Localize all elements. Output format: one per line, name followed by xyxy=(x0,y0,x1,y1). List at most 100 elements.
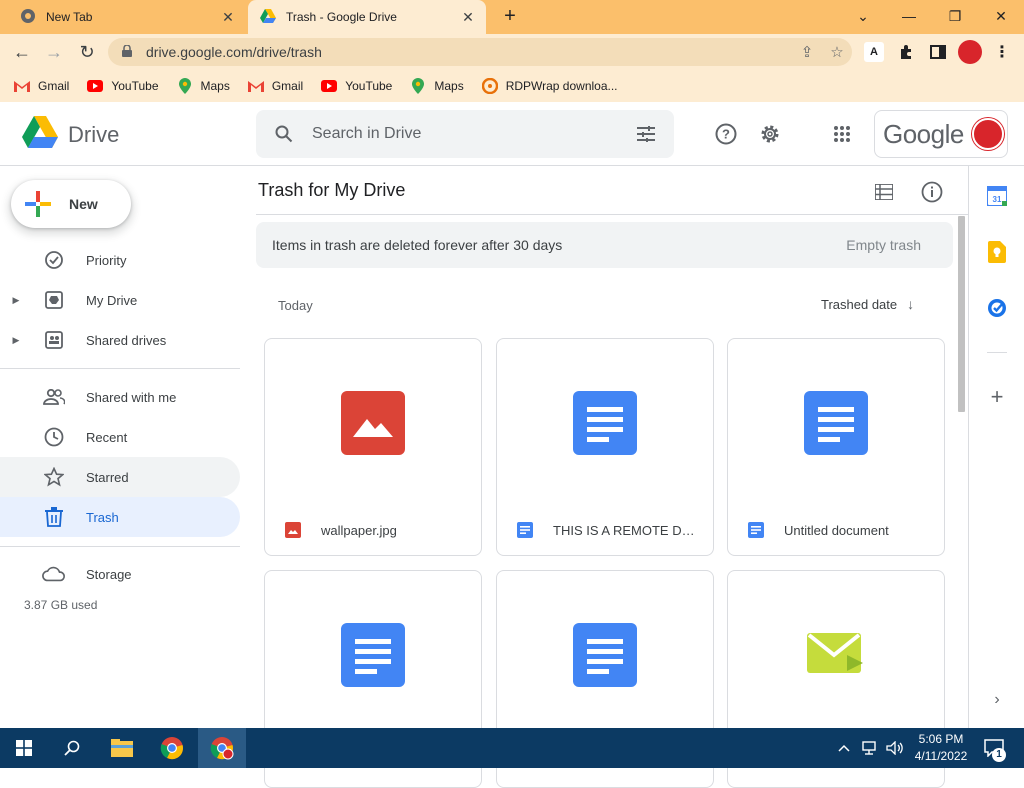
account-switcher[interactable]: Google xyxy=(874,110,1008,158)
calendar-icon[interactable]: 31 xyxy=(985,184,1009,208)
close-window-icon[interactable]: ✕ xyxy=(978,0,1024,32)
system-clock[interactable]: 5:06 PM 4/11/2022 xyxy=(906,731,976,765)
search-icon[interactable] xyxy=(256,125,312,143)
empty-trash-button[interactable]: Empty trash xyxy=(846,237,921,253)
chevron-right-icon[interactable]: › xyxy=(985,688,1009,712)
volume-icon[interactable] xyxy=(886,728,904,768)
notification-count-badge: 1 xyxy=(992,748,1006,762)
taskbar-search-icon[interactable] xyxy=(48,728,96,768)
close-tab-icon[interactable]: ✕ xyxy=(218,9,238,26)
apps-grid-icon[interactable] xyxy=(830,122,854,146)
windows-start-icon[interactable] xyxy=(0,728,48,768)
search-options-icon[interactable] xyxy=(618,126,674,142)
close-tab-icon[interactable]: ✕ xyxy=(458,9,478,26)
bookmark-label: Gmail xyxy=(38,79,70,93)
sidebar-item-priority[interactable]: Priority xyxy=(0,240,240,280)
gmail-icon xyxy=(247,78,264,94)
new-button[interactable]: New xyxy=(11,180,131,228)
sidebar-item-shared-with-me[interactable]: Shared with me xyxy=(0,377,240,417)
sidebar-item-label: Starred xyxy=(86,469,129,485)
file-card[interactable]: Untitled document xyxy=(727,338,945,556)
bookmark-item[interactable]: YouTube xyxy=(321,78,392,94)
sidebar-item-trash[interactable]: Trash xyxy=(0,497,240,537)
windows-taskbar: 5:06 PM 4/11/2022 1 xyxy=(0,728,1024,768)
restore-icon[interactable]: ❐ xyxy=(932,0,978,32)
bookmark-item[interactable]: Maps xyxy=(177,78,230,94)
reload-icon[interactable]: ↻ xyxy=(75,40,99,64)
sort-by-trashed-date[interactable]: Trashed date ↓ xyxy=(821,296,914,312)
tab-new-tab[interactable]: New Tab ✕ xyxy=(8,0,246,34)
sidebar-item-recent[interactable]: Recent xyxy=(0,417,240,457)
sidebar-item-shared-drives[interactable]: ▶ Shared drives xyxy=(0,320,240,360)
sidebar-item-starred[interactable]: Starred xyxy=(0,457,240,497)
network-icon[interactable] xyxy=(862,728,880,768)
chrome-menu-icon[interactable]: ⋮ xyxy=(992,42,1012,62)
sort-arrow-down-icon[interactable]: ↓ xyxy=(907,296,914,312)
bookmark-item[interactable]: RDPWrap downloa... xyxy=(481,78,618,94)
youtube-icon xyxy=(321,78,338,94)
bookmark-item[interactable]: Gmail xyxy=(247,78,303,94)
file-name-row: THIS IS A REMOTE DES... xyxy=(497,505,713,555)
sidebar-item-storage[interactable]: Storage xyxy=(0,554,240,594)
new-tab-button[interactable]: + xyxy=(500,6,520,27)
tasks-icon[interactable] xyxy=(985,296,1009,320)
expand-caret-icon[interactable]: ▶ xyxy=(8,295,24,306)
file-thumbnail xyxy=(265,571,481,739)
scrollbar-thumb[interactable] xyxy=(958,216,965,412)
minimize-icon[interactable]: — xyxy=(886,0,932,32)
bookmark-item[interactable]: YouTube xyxy=(87,78,159,94)
url-text: drive.google.com/drive/trash xyxy=(146,44,322,60)
storage-used-text: 3.87 GB used xyxy=(24,598,98,612)
forward-icon[interactable]: → xyxy=(42,40,66,64)
search-placeholder: Search in Drive xyxy=(312,125,422,142)
title-divider xyxy=(256,214,968,215)
info-icon[interactable] xyxy=(920,180,944,204)
main-content: Trash for My Drive Items in trash are de… xyxy=(256,166,968,788)
main-scrollbar[interactable] xyxy=(955,166,968,728)
tray-overflow-icon[interactable] xyxy=(838,728,850,768)
email-file-icon xyxy=(807,631,865,680)
file-explorer-icon[interactable] xyxy=(98,728,146,768)
tab-title: Trash - Google Drive xyxy=(286,10,397,24)
support-icon[interactable]: ? xyxy=(714,122,738,146)
side-panel-icon[interactable] xyxy=(928,42,948,62)
extension-a-icon[interactable]: A xyxy=(864,42,884,62)
add-addon-icon[interactable]: + xyxy=(985,384,1009,409)
image-file-icon xyxy=(341,391,405,455)
tab-trash-drive[interactable]: Trash - Google Drive ✕ xyxy=(248,0,486,34)
bookmark-label: RDPWrap downloa... xyxy=(505,79,618,93)
drive-icon xyxy=(260,8,276,26)
bookmarks-bar: Gmail YouTube Maps Gmail YouTube Maps RD… xyxy=(0,70,1024,102)
bookmark-item[interactable]: Gmail xyxy=(14,78,69,94)
chrome-profile-taskbar-icon[interactable] xyxy=(198,728,246,768)
file-card[interactable]: wallpaper.jpg xyxy=(264,338,482,556)
chrome-taskbar-icon[interactable] xyxy=(148,728,196,768)
back-icon[interactable]: ← xyxy=(10,40,34,64)
address-bar[interactable]: drive.google.com/drive/trash ⇪ ☆ xyxy=(108,38,852,66)
expand-caret-icon[interactable]: ▶ xyxy=(8,335,24,346)
maps-icon xyxy=(177,78,193,94)
keep-icon[interactable] xyxy=(985,240,1009,264)
chrome-icon xyxy=(20,8,36,27)
bookmark-item[interactable]: Maps xyxy=(410,78,464,94)
bookmark-star-icon[interactable]: ☆ xyxy=(822,43,852,61)
file-thumbnail xyxy=(728,571,944,739)
file-name: THIS IS A REMOTE DES... xyxy=(553,522,703,538)
bookmark-label: YouTube xyxy=(345,79,393,93)
sidebar-item-label: My Drive xyxy=(86,292,138,308)
svg-text:31: 31 xyxy=(993,195,1002,204)
profile-avatar[interactable] xyxy=(958,40,982,64)
youtube-icon xyxy=(87,78,104,94)
drive-logo[interactable]: Drive xyxy=(22,116,119,153)
file-card[interactable]: THIS IS A REMOTE DES... xyxy=(496,338,714,556)
tab-search-icon[interactable]: ⌄ xyxy=(840,0,886,32)
extensions-puzzle-icon[interactable] xyxy=(896,42,916,62)
doc-file-icon xyxy=(804,391,868,455)
share-icon[interactable]: ⇪ xyxy=(792,43,822,61)
settings-gear-icon[interactable] xyxy=(758,122,782,146)
sidebar-item-my-drive[interactable]: ▶ My Drive xyxy=(0,280,240,320)
bookmark-label: Maps xyxy=(200,79,230,93)
search-input[interactable]: Search in Drive xyxy=(256,110,674,158)
list-view-icon[interactable] xyxy=(872,180,896,204)
trash-icon xyxy=(42,505,66,529)
